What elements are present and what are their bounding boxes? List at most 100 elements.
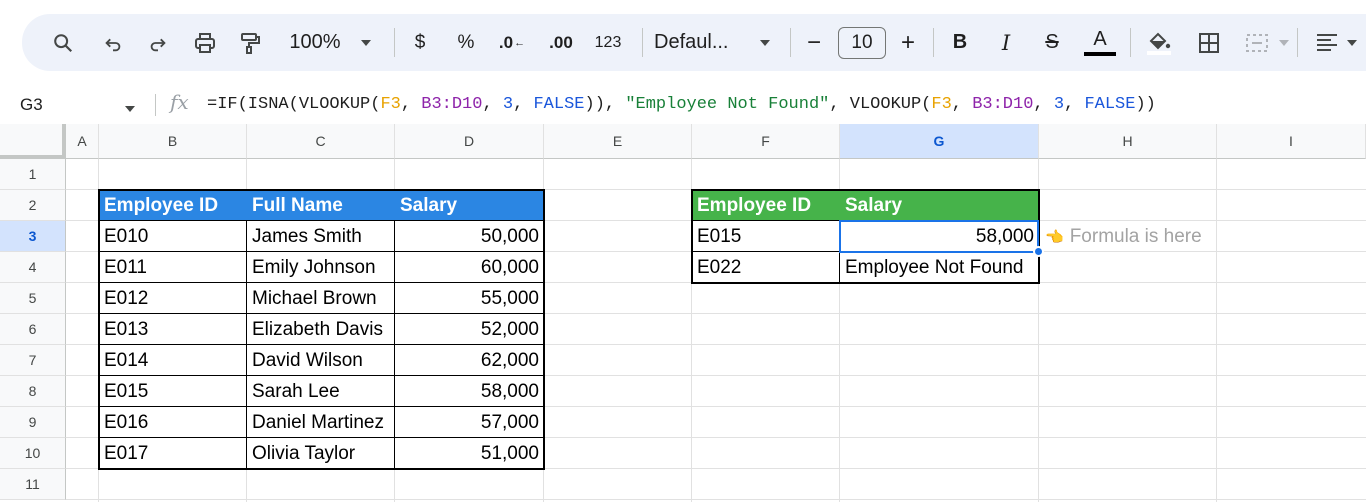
print-icon[interactable] (190, 14, 220, 71)
spreadsheet-grid[interactable]: A B C D E F G H I 1 2 3 4 5 6 7 8 9 10 11 Employee ID Full Na… (0, 124, 1366, 502)
lookup-table-cell[interactable]: E022 (692, 252, 840, 283)
employee-table-cell[interactable]: 58,000 (395, 376, 544, 407)
employee-table-cell[interactable]: E010 (99, 221, 247, 252)
search-icon[interactable] (48, 14, 78, 71)
employee-table-cell[interactable]: 55,000 (395, 283, 544, 314)
fill-color-icon[interactable] (1142, 14, 1176, 71)
lookup-table-cell[interactable]: E015 (692, 221, 840, 252)
row-header-2[interactable]: 2 (0, 190, 66, 221)
pointing-hand-icon: 👈 (1045, 228, 1064, 246)
column-header-g[interactable]: G (840, 124, 1039, 159)
row-header-5[interactable]: 5 (0, 283, 66, 314)
row-header-3[interactable]: 3 (0, 221, 66, 252)
employee-table-cell[interactable]: E016 (99, 407, 247, 438)
formula-number: 3 (1053, 95, 1065, 114)
employee-table-cell[interactable]: E014 (99, 345, 247, 376)
fill-handle[interactable] (1033, 246, 1044, 257)
employee-table-cell[interactable]: Olivia Taylor (247, 438, 395, 469)
row-header-1[interactable]: 1 (0, 159, 66, 190)
zoom-select[interactable]: 100% (284, 14, 346, 71)
column-header-c[interactable]: C (247, 124, 395, 159)
column-header-i[interactable]: I (1217, 124, 1366, 159)
formula-string: "Employee Not Found" (625, 95, 830, 114)
employee-table-cell[interactable]: E012 (99, 283, 247, 314)
decrease-decimal-label: .0 (498, 32, 514, 52)
row-header-10[interactable]: 10 (0, 438, 66, 469)
font-size-decrease-button[interactable]: − (802, 14, 826, 71)
decrease-decimal-button[interactable]: .0 ← (494, 14, 530, 71)
toolbar-divider (642, 28, 643, 57)
employee-table-cell[interactable]: 50,000 (395, 221, 544, 252)
employee-table-border (99, 406, 544, 407)
employee-table-cell[interactable]: Emily Johnson (247, 252, 395, 283)
borders-icon[interactable] (1194, 14, 1224, 71)
employee-table-border (99, 313, 544, 314)
formula-number: 3 (502, 95, 514, 114)
merge-icon[interactable] (1242, 14, 1272, 71)
chevron-down-icon[interactable] (1344, 14, 1360, 71)
select-all-corner[interactable] (0, 124, 66, 159)
column-header-f[interactable]: F (692, 124, 840, 159)
currency-button[interactable]: $ (408, 14, 432, 71)
chevron-down-icon[interactable] (755, 14, 775, 71)
formula-annotation: 👈 Formula is here (1045, 221, 1202, 252)
toolbar-divider (933, 28, 934, 57)
lookup-table-cell[interactable]: Employee Not Found (840, 252, 1039, 283)
chevron-down-icon[interactable] (356, 14, 376, 71)
employee-table-cell[interactable]: 62,000 (395, 345, 544, 376)
employee-table-cell[interactable]: E011 (99, 252, 247, 283)
formula-input[interactable]: =IF(ISNA(VLOOKUP(F3, B3:D10, 3, FALSE)),… (207, 95, 1156, 114)
employee-table-cell[interactable]: Michael Brown (247, 283, 395, 314)
employee-table-cell[interactable]: Daniel Martinez (247, 407, 395, 438)
row-header-4[interactable]: 4 (0, 252, 66, 283)
fx-icon: fx (170, 90, 189, 114)
strikethrough-button[interactable]: S (1040, 14, 1064, 71)
name-box[interactable]: G3 (20, 95, 43, 115)
row-header-11[interactable]: 11 (0, 469, 66, 500)
redo-icon[interactable] (143, 14, 173, 71)
employee-table-cell[interactable]: E013 (99, 314, 247, 345)
employee-table-border (246, 221, 247, 469)
employee-table-cell[interactable]: 60,000 (395, 252, 544, 283)
row-header-6[interactable]: 6 (0, 314, 66, 345)
toolbar: 100% $ % .0 ← .00 123 Defaul... − 10 + B … (22, 14, 1366, 71)
italic-button[interactable]: I (994, 14, 1018, 71)
font-select[interactable]: Defaul... (654, 14, 744, 71)
lookup-table-header-cell: Salary (840, 190, 1039, 221)
chevron-down-icon[interactable] (124, 100, 136, 118)
column-header-h[interactable]: H (1039, 124, 1217, 159)
percent-button[interactable]: % (454, 14, 478, 71)
employee-table-cell[interactable]: E017 (99, 438, 247, 469)
employee-table-cell[interactable]: Sarah Lee (247, 376, 395, 407)
chevron-down-icon[interactable] (1276, 14, 1292, 71)
column-header-d[interactable]: D (395, 124, 544, 159)
column-header-b[interactable]: B (99, 124, 247, 159)
employee-table-cell[interactable]: E015 (99, 376, 247, 407)
increase-decimal-button[interactable]: .00 (543, 14, 579, 71)
employee-table-border (99, 282, 544, 283)
number-format-button[interactable]: 123 (590, 14, 626, 71)
row-header-7[interactable]: 7 (0, 345, 66, 376)
arrow-left-icon: ← (514, 36, 526, 49)
row-header-8[interactable]: 8 (0, 376, 66, 407)
employee-table-cell[interactable]: 51,000 (395, 438, 544, 469)
employee-table-header-cell: Salary (395, 190, 544, 221)
column-header-a[interactable]: A (66, 124, 99, 159)
paint-format-icon[interactable] (235, 14, 265, 71)
employee-table-cell[interactable]: 57,000 (395, 407, 544, 438)
row-header-9[interactable]: 9 (0, 407, 66, 438)
employee-table-cell[interactable]: Elizabeth Davis (247, 314, 395, 345)
text-color-button[interactable]: A (1083, 14, 1117, 71)
employee-table-header-cell: Full Name (247, 190, 395, 221)
employee-table-cell[interactable]: 52,000 (395, 314, 544, 345)
employee-table-cell[interactable]: David Wilson (247, 345, 395, 376)
formula-part: , (1064, 95, 1085, 114)
font-size-increase-button[interactable]: + (896, 14, 920, 71)
undo-icon[interactable] (98, 14, 128, 71)
bold-button[interactable]: B (948, 14, 972, 71)
font-size-input[interactable]: 10 (837, 14, 887, 71)
column-header-e[interactable]: E (544, 124, 692, 159)
annotation-text: Formula is here (1069, 225, 1202, 247)
align-icon[interactable] (1312, 14, 1342, 71)
employee-table-cell[interactable]: James Smith (247, 221, 395, 252)
